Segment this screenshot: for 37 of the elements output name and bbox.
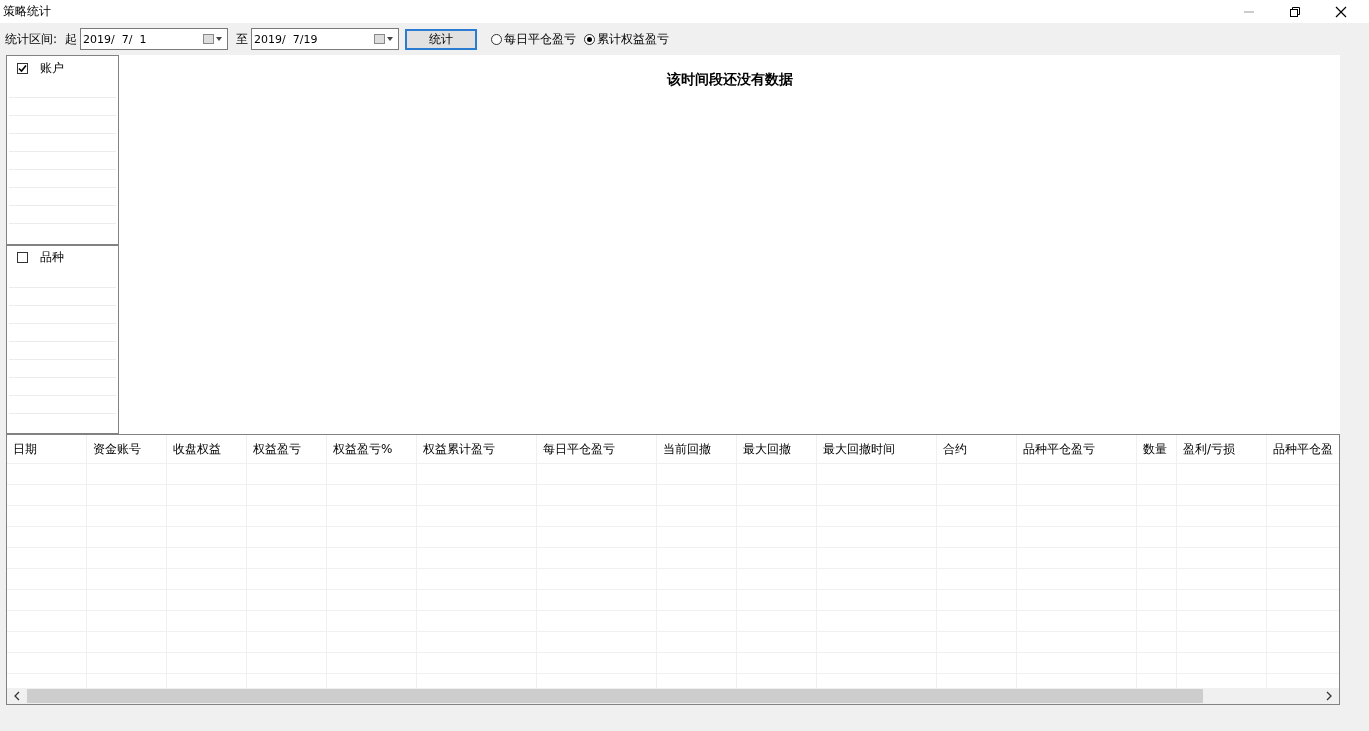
- column-header[interactable]: 最大回撤: [737, 435, 817, 463]
- filter-label: 账户: [40, 59, 64, 77]
- column-header[interactable]: 品种平仓盈: [1267, 435, 1339, 463]
- column-header[interactable]: 合约: [937, 435, 1017, 463]
- checkbox[interactable]: [17, 62, 28, 74]
- close-icon[interactable]: [1335, 5, 1347, 18]
- scroll-right-icon[interactable]: [1325, 691, 1333, 701]
- checkbox[interactable]: [17, 252, 28, 263]
- column-header[interactable]: 权益盈亏: [247, 435, 327, 463]
- column-header[interactable]: 最大回撤时间: [817, 435, 937, 463]
- column-header[interactable]: 每日平仓盈亏: [537, 435, 657, 463]
- column-header[interactable]: 日期: [7, 435, 87, 463]
- scrollbar-thumb[interactable]: [27, 689, 1203, 703]
- calendar-icon: [374, 34, 395, 44]
- restore-icon[interactable]: [1289, 5, 1301, 18]
- end-date-picker[interactable]: 2019/ 7/19: [251, 28, 400, 50]
- column-header[interactable]: 当前回撤: [657, 435, 737, 463]
- no-data-message: 该时间段还没有数据: [666, 71, 793, 89]
- column-header[interactable]: 品种平仓盈亏: [1017, 435, 1137, 463]
- from-label: 起: [65, 30, 78, 48]
- calendar-icon: [203, 34, 224, 44]
- mode-radio-option[interactable]: 每日平仓盈亏: [491, 30, 577, 48]
- column-header[interactable]: 资金账号: [87, 435, 167, 463]
- to-label: 至: [236, 30, 249, 48]
- horizontal-scrollbar[interactable]: [7, 688, 1339, 704]
- mode-radio-option[interactable]: 累计权益盈亏: [584, 30, 670, 48]
- scroll-left-icon[interactable]: [13, 691, 21, 701]
- column-header[interactable]: 盈利/亏损: [1177, 435, 1267, 463]
- window-title: 策略统计: [3, 3, 51, 20]
- column-header[interactable]: 收盘权益: [167, 435, 247, 463]
- filter-label: 品种: [40, 249, 64, 266]
- run-statistics-button[interactable]: 统计: [405, 28, 478, 50]
- column-header[interactable]: 数量: [1137, 435, 1177, 463]
- range-label: 统计区间:: [5, 30, 58, 48]
- column-header[interactable]: 权益累计盈亏: [417, 435, 537, 463]
- start-date-picker[interactable]: 2019/ 7/ 1: [80, 28, 229, 50]
- column-header[interactable]: 权益盈亏%: [327, 435, 417, 463]
